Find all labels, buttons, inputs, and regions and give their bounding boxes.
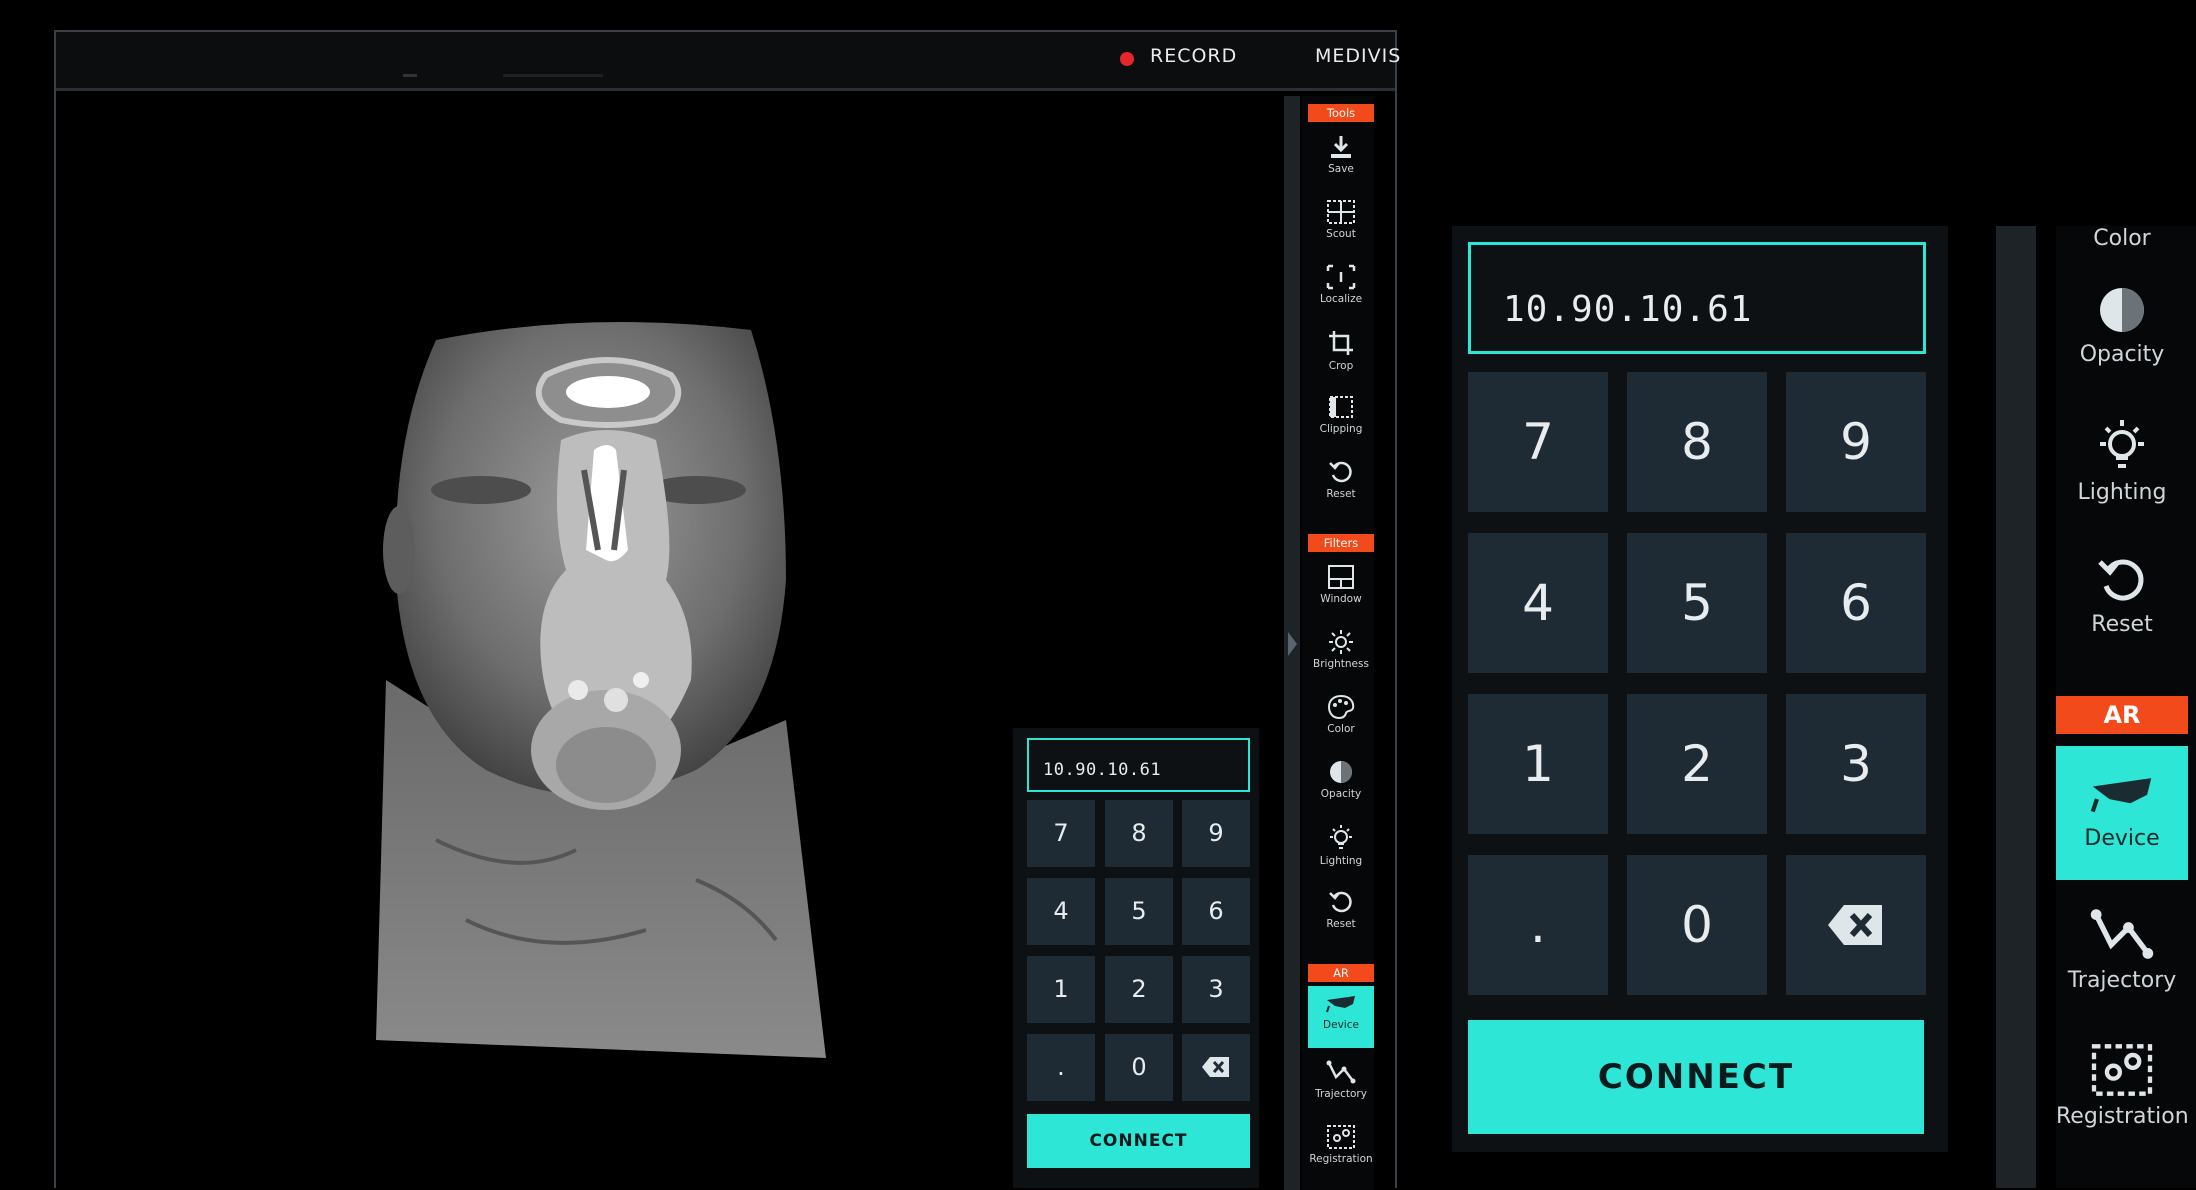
- download-icon: [1331, 136, 1351, 158]
- key-1[interactable]: 1: [1027, 956, 1095, 1023]
- section-ar: AR: [1308, 964, 1374, 982]
- section-filters: Filters: [1308, 534, 1374, 552]
- registration-icon: [2091, 1044, 2153, 1096]
- app-window: RECORD MEDIVIS 10.90.10.61 7 8 9 4 5 6 1…: [54, 30, 1400, 1190]
- ar-registration[interactable]: Registration: [2056, 1042, 2189, 1129]
- connect-keypad-panel: 10.90.10.61 7 8 9 4 5 6 1 2 3 . 0 CONNEC…: [1013, 728, 1259, 1188]
- tool-save[interactable]: Save: [1308, 126, 1374, 188]
- brand-label: MEDIVIS: [1315, 45, 1402, 67]
- filter-brightness[interactable]: Brightness: [1308, 621, 1374, 683]
- filter-reset[interactable]: Reset: [1308, 881, 1374, 943]
- side-toolbar: Tools Save Scout Localize Crop Clipping …: [1302, 96, 1374, 1190]
- headset-glasses-icon: [1326, 996, 1355, 1013]
- key-dot[interactable]: .: [1468, 855, 1608, 995]
- ip-address-field[interactable]: 10.90.10.61: [1027, 738, 1250, 792]
- key-4[interactable]: 4: [1027, 878, 1095, 945]
- brightness-icon: [1329, 630, 1353, 654]
- window-icon: [1328, 565, 1354, 589]
- section-ar: AR: [2056, 696, 2188, 734]
- filter-lighting[interactable]: Lighting: [2056, 418, 2188, 505]
- reset-icon: [1329, 891, 1352, 913]
- key-7[interactable]: 7: [1468, 372, 1608, 512]
- tool-crop[interactable]: Crop: [1308, 321, 1374, 383]
- head-volume-render: [376, 322, 826, 1058]
- lightbulb-icon: [2100, 420, 2144, 468]
- section-tools: Tools: [1308, 104, 1374, 122]
- backspace-button[interactable]: [1182, 1034, 1250, 1101]
- title-bar-mark: [503, 74, 603, 77]
- tool-clipping[interactable]: Clipping: [1308, 386, 1374, 448]
- headset-glasses-icon: [2090, 778, 2152, 813]
- panel-divider[interactable]: [1996, 226, 2036, 1188]
- crop-icon: [1329, 331, 1353, 355]
- ar-device[interactable]: Device: [2056, 746, 2188, 880]
- ip-address-field[interactable]: 10.90.10.61: [1468, 242, 1926, 354]
- record-button[interactable]: RECORD: [1150, 45, 1237, 67]
- ar-trajectory[interactable]: Trajectory: [2056, 906, 2188, 993]
- backspace-button[interactable]: [1786, 855, 1926, 995]
- backspace-icon: [1202, 1057, 1229, 1077]
- key-dot[interactable]: .: [1027, 1034, 1095, 1101]
- ar-registration[interactable]: Registration: [1308, 1116, 1374, 1178]
- filter-color[interactable]: Color: [2056, 226, 2188, 251]
- record-dot-icon[interactable]: [1120, 52, 1134, 66]
- registration-icon: [1327, 1125, 1355, 1149]
- trajectory-icon: [1326, 1060, 1356, 1084]
- opacity-icon: [2100, 288, 2144, 332]
- trajectory-icon: [2090, 909, 2154, 959]
- ar-trajectory[interactable]: Trajectory: [1308, 1051, 1374, 1113]
- expand-arrow-icon[interactable]: [1288, 632, 1297, 656]
- key-3[interactable]: 3: [1786, 694, 1926, 834]
- key-4[interactable]: 4: [1468, 533, 1608, 673]
- connect-keypad-zoom: 10.90.10.61 7 8 9 4 5 6 1 2 3 . 0 CONNEC…: [1452, 226, 1948, 1152]
- tool-localize[interactable]: Localize: [1308, 256, 1374, 318]
- filter-lighting[interactable]: Lighting: [1308, 816, 1374, 878]
- key-6[interactable]: 6: [1182, 878, 1250, 945]
- key-8[interactable]: 8: [1105, 800, 1173, 867]
- scout-grid-icon: [1327, 200, 1355, 224]
- reset-icon: [1329, 461, 1352, 483]
- key-1[interactable]: 1: [1468, 694, 1608, 834]
- key-0[interactable]: 0: [1105, 1034, 1173, 1101]
- filter-opacity[interactable]: Opacity: [2056, 284, 2188, 367]
- tool-scout[interactable]: Scout: [1308, 191, 1374, 253]
- key-9[interactable]: 9: [1786, 372, 1926, 512]
- filter-reset[interactable]: Reset: [2056, 554, 2188, 637]
- backspace-icon: [1828, 905, 1882, 945]
- title-bar: RECORD MEDIVIS: [56, 32, 1400, 91]
- opacity-icon: [1330, 761, 1352, 783]
- key-9[interactable]: 9: [1182, 800, 1250, 867]
- connect-button[interactable]: CONNECT: [1468, 1020, 1924, 1134]
- lightbulb-icon: [1330, 825, 1352, 849]
- side-toolbar-zoom: Color Opacity Lighting Reset AR Device T…: [2056, 226, 2196, 1188]
- reset-icon: [2098, 559, 2144, 601]
- clipping-icon: [1329, 396, 1353, 418]
- filter-window[interactable]: Window: [1308, 556, 1374, 618]
- key-5[interactable]: 5: [1627, 533, 1767, 673]
- key-7[interactable]: 7: [1027, 800, 1095, 867]
- key-2[interactable]: 2: [1105, 956, 1173, 1023]
- filter-color[interactable]: Color: [1308, 686, 1374, 748]
- connect-button[interactable]: CONNECT: [1027, 1114, 1250, 1168]
- ar-device[interactable]: Device: [1308, 986, 1374, 1048]
- palette-icon: [1327, 694, 1355, 720]
- title-bar-mark: [403, 74, 417, 77]
- key-2[interactable]: 2: [1627, 694, 1767, 834]
- key-6[interactable]: 6: [1786, 533, 1926, 673]
- localize-icon: [1326, 264, 1356, 290]
- key-0[interactable]: 0: [1627, 855, 1767, 995]
- key-3[interactable]: 3: [1182, 956, 1250, 1023]
- tool-reset[interactable]: Reset: [1308, 451, 1374, 513]
- key-8[interactable]: 8: [1627, 372, 1767, 512]
- filter-opacity[interactable]: Opacity: [1308, 751, 1374, 813]
- key-5[interactable]: 5: [1105, 878, 1173, 945]
